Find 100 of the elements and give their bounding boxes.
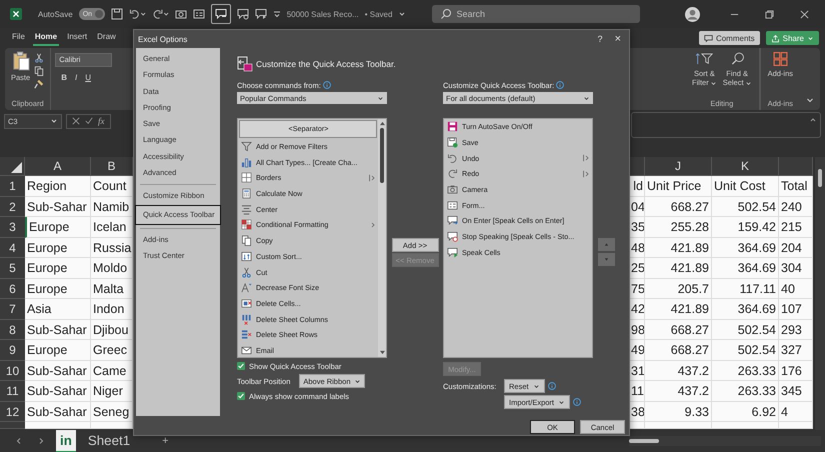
caret-icon	[354, 378, 362, 384]
info-icon[interactable]	[573, 398, 582, 406]
row-header[interactable]: 6	[0, 278, 25, 299]
speech-bubble-icon[interactable]	[254, 8, 267, 20]
delete-cells-icon	[241, 298, 252, 309]
row-header[interactable]: 11	[0, 381, 25, 402]
speech-bubble-icon	[447, 215, 458, 226]
avatar-icon[interactable]	[685, 6, 700, 22]
redo-icon[interactable]	[152, 8, 169, 20]
ribbon-tab[interactable]: File	[10, 30, 27, 46]
table-cell: 437.2	[645, 360, 712, 381]
comment-icon	[704, 34, 713, 42]
cancel-icon[interactable]	[72, 117, 80, 125]
table-cell: Europe	[25, 340, 91, 360]
row-header[interactable]: 2	[0, 196, 25, 217]
table-cell: 364.69	[712, 238, 779, 258]
ribbon-tab[interactable]: Home	[32, 30, 60, 46]
column-header[interactable]: K	[712, 157, 779, 176]
caret-icon	[532, 382, 540, 390]
table-cell: 668.27	[645, 196, 712, 217]
scroll-thumb[interactable]	[818, 169, 822, 187]
save-icon[interactable]	[110, 8, 123, 20]
clipboard-icon	[12, 51, 30, 71]
copy-icon[interactable]	[34, 66, 44, 76]
help-button[interactable]: ?	[598, 34, 603, 44]
table-cell: 364.69	[712, 299, 779, 320]
close-icon[interactable]	[800, 10, 809, 18]
column-header[interactable]: J	[645, 157, 712, 176]
close-button[interactable]: ×	[614, 33, 621, 45]
previous-sheet-icon[interactable]	[15, 437, 23, 445]
list-scrollbar[interactable]	[378, 119, 386, 357]
table-cell: 215	[779, 217, 813, 238]
table-cell: Sub-Sahar	[25, 360, 91, 381]
scroll-thumb[interactable]	[629, 439, 659, 443]
table-cell: 11	[630, 381, 645, 402]
scroll-up-icon[interactable]	[378, 121, 386, 126]
sheet-tab[interactable]: in	[56, 430, 76, 452]
table-cell: Niger	[91, 381, 133, 402]
arrow-down-icon	[602, 257, 610, 262]
scroll-down-icon[interactable]	[378, 350, 386, 355]
form-icon	[447, 200, 458, 211]
format-button[interactable]: B	[61, 73, 67, 82]
ribbon-tab[interactable]: Insert	[65, 30, 90, 46]
info-icon[interactable]	[322, 81, 331, 89]
save-icon	[447, 137, 458, 148]
customize-caret-icon[interactable]	[272, 10, 281, 18]
row-header[interactable]: 12	[0, 402, 25, 422]
checkbox[interactable]	[237, 392, 245, 400]
scroll-thumb[interactable]	[380, 128, 384, 183]
table-cell: 75	[630, 278, 645, 299]
funnel-icon	[241, 141, 252, 152]
next-sheet-icon[interactable]	[37, 437, 45, 445]
table-cell: 40	[779, 278, 813, 299]
add-sheet-button[interactable]: +	[162, 435, 169, 447]
document-name: 50000 Sales Reco...	[286, 10, 359, 18]
ribbon-tab[interactable]: Draw	[95, 30, 118, 46]
camera-icon[interactable]	[174, 8, 187, 20]
row-header[interactable]: 7	[0, 299, 25, 320]
row-header[interactable]: 5	[0, 258, 25, 278]
insert-function-button[interactable]: fx	[98, 116, 104, 126]
format-button[interactable]: U	[85, 73, 91, 82]
row-header[interactable]: 4	[0, 238, 25, 258]
checkbox[interactable]	[237, 362, 245, 370]
undo-icon[interactable]	[128, 8, 146, 20]
speech-bubble-icon[interactable]	[236, 8, 249, 20]
row-header[interactable]: 8	[0, 320, 25, 340]
row-header[interactable]: 9	[0, 340, 25, 360]
select-all-corner[interactable]	[0, 157, 25, 176]
vertical-scrollbar[interactable]	[815, 157, 825, 430]
info-icon[interactable]	[548, 382, 556, 390]
table-cell: 48	[630, 238, 645, 258]
paintbrush-icon[interactable]	[34, 79, 44, 89]
speech-bubble-icon[interactable]	[214, 8, 227, 20]
sheet-tab[interactable]: Sheet1	[84, 430, 134, 452]
form-icon[interactable]	[192, 8, 205, 20]
caret-icon	[710, 80, 717, 87]
collapse-ribbon-icon[interactable]	[806, 96, 814, 104]
copy-icon	[241, 235, 252, 246]
column-header[interactable]: A	[25, 157, 91, 176]
share-button[interactable]: Share	[766, 31, 819, 45]
row-header[interactable]: 1	[0, 176, 25, 196]
check-icon[interactable]	[85, 117, 93, 125]
column-header[interactable]: B	[91, 157, 133, 176]
horizontal-scrollbar[interactable]	[629, 436, 821, 446]
undo-icon	[447, 152, 458, 164]
info-icon[interactable]	[556, 81, 564, 89]
row-header[interactable]: 10	[0, 360, 25, 381]
scissors-icon[interactable]	[34, 53, 44, 63]
caret-icon	[377, 94, 384, 102]
format-button[interactable]: I	[74, 73, 78, 82]
caret-icon	[50, 117, 58, 125]
restore-icon[interactable]	[765, 10, 774, 18]
expand-icon	[809, 116, 817, 124]
split-arrow-icon	[582, 170, 590, 178]
comments-button[interactable]: Comments	[698, 31, 760, 45]
search-field[interactable]: Search	[432, 5, 640, 23]
row-header[interactable]: 3	[0, 217, 25, 238]
formula-field[interactable]	[631, 112, 821, 138]
autosave-label: AutoSave	[38, 10, 73, 18]
table-cell: 304	[779, 258, 813, 278]
